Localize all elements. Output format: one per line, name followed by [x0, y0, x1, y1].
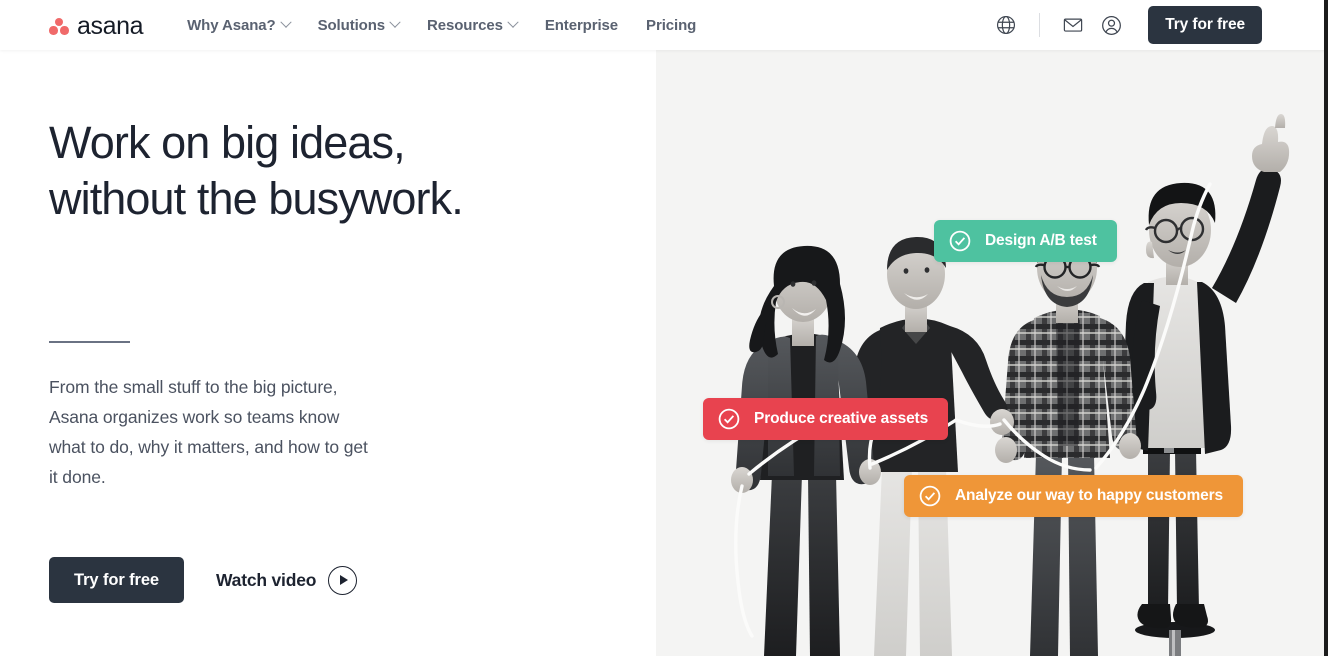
- nav-link-label: Pricing: [646, 16, 697, 34]
- nav-link-why-asana[interactable]: Why Asana?: [187, 16, 292, 34]
- hero-subcopy: From the small stuff to the big picture,…: [49, 377, 368, 487]
- nav-link-pricing[interactable]: Pricing: [646, 17, 696, 34]
- nav-divider: [1039, 13, 1041, 37]
- task-pill-label: Analyze our way to happy customers: [955, 487, 1223, 504]
- chevron-down-icon: [389, 16, 401, 28]
- chevron-down-icon: [507, 16, 519, 28]
- nav-utility-area: Try for free: [987, 0, 1262, 50]
- nav-link-label: Enterprise: [544, 16, 619, 34]
- check-circle-icon: [919, 485, 941, 507]
- chevron-down-icon: [279, 16, 292, 28]
- nav-link-resources[interactable]: Resources: [427, 16, 519, 34]
- check-circle-icon: [949, 230, 971, 252]
- asana-logo[interactable]: asana: [48, 0, 144, 50]
- asana-wordmark: asana: [77, 11, 144, 40]
- divider-rule: [49, 341, 130, 343]
- globe-icon[interactable]: [987, 6, 1025, 44]
- primary-nav-links: Why Asana? Solutions Resources Enterpris…: [187, 0, 696, 50]
- asana-dots-logo-icon: [48, 14, 70, 36]
- play-circle-icon: [328, 565, 358, 595]
- hero-image-panel: Design A/B test Produce creative assets …: [656, 50, 1328, 656]
- nav-link-label: Solutions: [317, 16, 386, 34]
- asana-landing-page: asana Why Asana? Solutions Resources Ent…: [0, 0, 1328, 656]
- top-navigation-bar: asana Why Asana? Solutions Resources Ent…: [0, 0, 1328, 50]
- task-pill-produce-creative-assets[interactable]: Produce creative assets: [703, 398, 949, 440]
- hero-cta-row: Try for free Watch video: [49, 557, 358, 603]
- team-photo-grayscale: [656, 50, 1328, 656]
- task-pill-design-ab-test[interactable]: Design A/B test: [934, 220, 1117, 262]
- watch-video-button[interactable]: Watch video: [216, 565, 358, 595]
- envelope-icon[interactable]: [1054, 6, 1092, 44]
- check-circle-icon: [718, 408, 740, 430]
- task-pill-analyze-happy-customers[interactable]: Analyze our way to happy customers: [904, 475, 1243, 517]
- nav-link-enterprise[interactable]: Enterprise: [545, 17, 618, 34]
- task-pill-label: Design A/B test: [985, 232, 1097, 249]
- nav-try-for-free-button[interactable]: Try for free: [1148, 6, 1262, 44]
- page-title: Work on big ideas, without the busywork.: [49, 117, 464, 224]
- person-icon[interactable]: [1092, 6, 1130, 44]
- hero-text-column: Work on big ideas, without the busywork.…: [0, 50, 656, 656]
- nav-link-solutions[interactable]: Solutions: [317, 16, 401, 34]
- nav-link-label: Why Asana?: [187, 16, 276, 34]
- task-pill-label: Produce creative assets: [754, 410, 929, 427]
- nav-link-label: Resources: [427, 16, 503, 34]
- watch-video-label: Watch video: [216, 569, 317, 590]
- hero-try-for-free-button[interactable]: Try for free: [49, 557, 184, 603]
- page-edge-strip: [1324, 0, 1328, 656]
